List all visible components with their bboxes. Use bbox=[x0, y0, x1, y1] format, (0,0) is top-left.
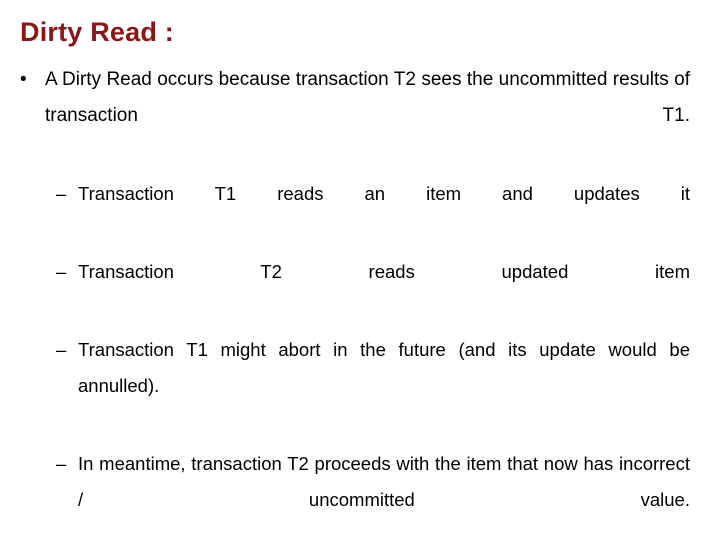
page-title: Dirty Read : bbox=[20, 17, 174, 47]
bullet-item-level1: • A Dirty Read occurs because transactio… bbox=[0, 62, 720, 170]
bullet-marker-icon: • bbox=[20, 69, 27, 90]
dash-marker-icon: – bbox=[56, 183, 67, 204]
bullet-text: A Dirty Read occurs because transaction … bbox=[45, 69, 690, 126]
dash-marker-icon: – bbox=[56, 453, 67, 474]
bullet-text: Transaction T2 reads updated item bbox=[78, 261, 690, 282]
bullet-text: In meantime, transaction T2 proceeds wit… bbox=[78, 453, 690, 510]
bullet-text: Transaction T1 might abort in the future… bbox=[78, 339, 690, 396]
dash-marker-icon: – bbox=[56, 261, 67, 282]
bullet-item-level2: – Transaction T1 reads an item and updat… bbox=[0, 176, 720, 248]
bullet-item-level2: – In meantime, transaction T2 proceeds w… bbox=[0, 446, 720, 540]
slide-canvas: Dirty Read : • A Dirty Read occurs becau… bbox=[0, 0, 720, 540]
slide-body: • A Dirty Read occurs because transactio… bbox=[0, 62, 720, 540]
dash-marker-icon: – bbox=[56, 339, 67, 360]
bullet-item-level2: – Transaction T1 might abort in the futu… bbox=[0, 332, 720, 440]
bullet-item-level2: – Transaction T2 reads updated item bbox=[0, 254, 720, 326]
bullet-text: Transaction T1 reads an item and updates… bbox=[78, 183, 690, 204]
